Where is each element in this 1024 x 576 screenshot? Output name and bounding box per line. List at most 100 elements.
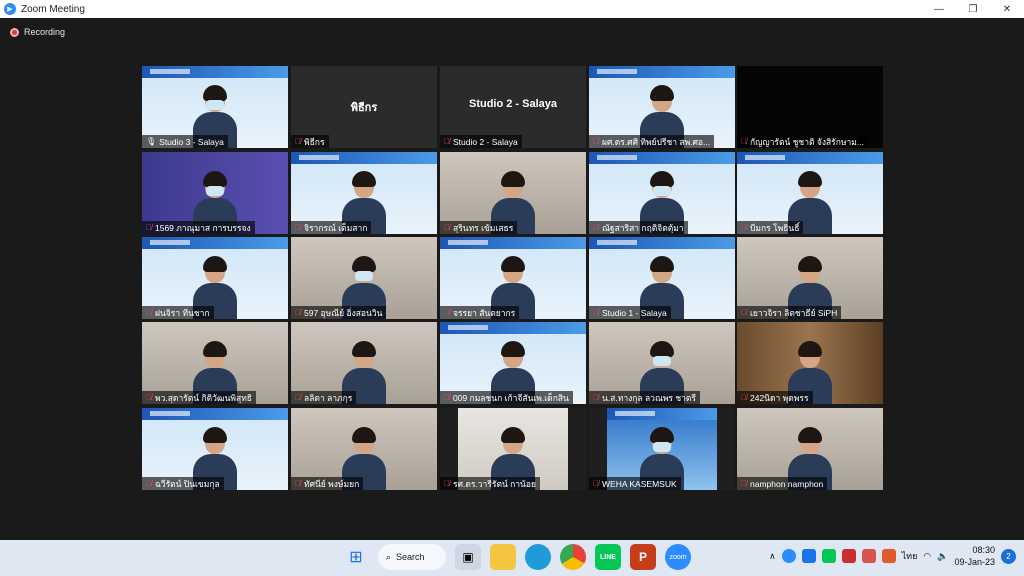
participant-tile[interactable]: 🎙̸ ฝนจิรา ทีนชาก (142, 237, 288, 319)
participant-name: ลลิตา ลาภกุร (304, 392, 353, 403)
participant-name: Studio 3 - Salaya (159, 136, 224, 147)
recording-indicator[interactable]: Recording (10, 27, 65, 37)
participant-name-tag: 🎙̸ กัญญารัตน์ ชูชาติ จังสิรักษาม... (737, 135, 868, 148)
maximize-button[interactable]: ❐ (956, 0, 990, 18)
participant-tile[interactable]: 🎙̸ สุรินทร เข้มเสธร (440, 152, 586, 234)
participant-name-tag: 🎙̸ น.ส.ทางกุล ลวณพร ชาตรี (589, 391, 700, 404)
line-icon[interactable]: LINE (595, 544, 621, 570)
volume-icon[interactable]: 🔈 (937, 551, 948, 562)
powerpoint-icon[interactable]: P (630, 544, 656, 570)
slide-banner (589, 66, 735, 78)
slide-banner (589, 237, 735, 249)
participant-tile[interactable]: 🎙̸ จิรากรณ์ เต็มสาก (291, 152, 437, 234)
participant-tile[interactable]: 🎙̸ ทัศนีย์ พงษ์มยก (291, 408, 437, 490)
participant-name-tag: 🎙̸ จิรากรณ์ เต็มสาก (291, 221, 372, 234)
windows-taskbar: ⊞ ⌕ Search ▣ LINE P zoom ∧ ไทย ◠ 🔈 08:30… (0, 540, 1024, 576)
participant-tile[interactable]: 🎙̸ Studio 1 - Salaya (589, 237, 735, 319)
mic-muted-icon: 🎙̸ (295, 479, 301, 488)
participant-tile[interactable]: 🎙̸ 597 อุษณีย์ อิ่งสอนวิน (291, 237, 437, 319)
zoom-tray-icon[interactable] (781, 549, 796, 563)
slide-banner (589, 152, 735, 164)
participant-tile[interactable]: 🎙̸ ฉวีรัตน์ ปินเขมกุล (142, 408, 288, 490)
mic-muted-icon: 🎙̸ (295, 137, 301, 146)
app-tray-icon[interactable] (881, 549, 896, 563)
participant-tile[interactable]: 🎙̸ รศ.ดร.วารีรัตน์ กาน้อย (440, 408, 586, 490)
participant-tile[interactable]: 🎙 Studio 3 - Salaya (142, 66, 288, 148)
edge-icon[interactable] (525, 544, 551, 570)
participant-tile[interactable]: 🎙̸ ลลิตา ลาภกุร (291, 322, 437, 404)
participant-name-tag: 🎙 Studio 3 - Salaya (142, 135, 228, 148)
participant-tile[interactable]: พิธีกร 🎙̸ พิธีกร (291, 66, 437, 148)
notification-badge[interactable]: 2 (1001, 548, 1016, 564)
input-language[interactable]: ไทย (902, 549, 918, 563)
participant-name: สุรินทร เข้มเสธร (453, 222, 514, 233)
participant-tile[interactable]: 🎙̸ น.ส.ทางกุล ลวณพร ชาตรี (589, 322, 735, 404)
participant-tile[interactable]: 🎙̸ ผศ.ดร.ศศิ ทิพย์ปรีชา สพ.ศอ... (589, 66, 735, 148)
chevron-up-icon[interactable]: ∧ (769, 551, 776, 562)
mic-muted-icon: 🎙̸ (741, 137, 747, 146)
mic-muted-icon: 🎙̸ (146, 223, 152, 232)
chrome-icon[interactable] (560, 544, 586, 570)
mic-muted-icon: 🎙̸ (741, 308, 747, 317)
zoom-taskbar-icon[interactable]: zoom (665, 544, 691, 570)
participant-name: ฝนจิรา ทีนชาก (155, 307, 210, 318)
participant-name-tag: 🎙̸ สุรินทร เข้มเสธร (440, 221, 518, 234)
taskbar-search[interactable]: ⌕ Search (378, 544, 446, 570)
participant-name-tag: 🎙̸ ลลิตา ลาภกุร (291, 391, 357, 404)
mic-muted-icon: 🎙̸ (146, 393, 152, 402)
participant-name: WEHA KASEMSUK (602, 478, 677, 489)
meeting-area: Recording 🎙 Studio 3 - Salaya พิธีกร 🎙̸ พิธี… (0, 18, 1024, 540)
chat-tray-icon[interactable] (801, 549, 816, 563)
start-button[interactable]: ⊞ (343, 544, 369, 570)
participant-tile[interactable]: Studio 2 - Salaya 🎙̸ Studio 2 - Salaya (440, 66, 586, 148)
participant-name: Studio 2 - Salaya (453, 136, 518, 147)
participant-tile[interactable]: 🎙̸ เยาวจิรา ลิตชาธีย์ SiPH (737, 237, 883, 319)
slide-banner (142, 237, 288, 249)
mic-icon: 🎙 (146, 137, 157, 146)
participant-name: ฉวีรัตน์ ปินเขมกุล (155, 478, 220, 489)
slide-banner (607, 408, 717, 420)
participant-name-tag: 🎙̸ บีมกร โพธินธิ์ (737, 221, 804, 234)
mic-muted-icon: 🎙̸ (146, 479, 152, 488)
participant-name-tag: 🎙̸ พิธีกร (291, 135, 329, 148)
participant-tile[interactable]: 🎙̸ พว.สุดารัตน์ กิติวัฒนพิสุทธิ (142, 322, 288, 404)
mic-muted-icon: 🎙̸ (593, 393, 599, 402)
window-titlebar: ▶ Zoom Meeting — ❐ ✕ (0, 0, 1024, 18)
task-view-icon[interactable]: ▣ (455, 544, 481, 570)
slide-banner (737, 152, 883, 164)
participant-tile[interactable]: 🎙̸ จรรยา สันตยากร (440, 237, 586, 319)
record-tray-icon[interactable] (861, 549, 876, 563)
participant-name-tag: 🎙̸ namphon namphon (737, 477, 828, 490)
participant-tile[interactable]: 🎙̸ กัญญารัตน์ ชูชาติ จังสิรักษาม... (737, 66, 883, 148)
shield-icon[interactable] (841, 549, 856, 563)
participant-name: Studio 1 - Salaya (602, 307, 667, 318)
search-label: Search (396, 552, 425, 562)
participant-name-tag: 🎙̸ ทัศนีย์ พงษ์มยก (291, 477, 364, 490)
mic-muted-icon: 🎙̸ (593, 137, 599, 146)
participant-tile[interactable]: 🎙̸ ณัฐสาริสา กฤติจิตตุ้มา (589, 152, 735, 234)
participant-name-tag: 🎙̸ 009 กมลชนก เก้าจีสันเพ.เด็กสิน (440, 391, 573, 404)
participant-tile[interactable]: 🎙̸ namphon namphon (737, 408, 883, 490)
file-explorer-icon[interactable] (490, 544, 516, 570)
minimize-button[interactable]: — (922, 0, 956, 18)
line-tray-icon[interactable] (821, 549, 836, 563)
mic-muted-icon: 🎙̸ (295, 308, 301, 317)
participant-name: จรรยา สันตยากร (453, 307, 516, 318)
participant-tile[interactable]: 🎙̸ WEHA KASEMSUK (589, 408, 735, 490)
participant-name: น.ส.ทางกุล ลวณพร ชาตรี (602, 392, 696, 403)
mic-muted-icon: 🎙̸ (444, 308, 450, 317)
participant-name-tag: 🎙̸ รศ.ดร.วารีรัตน์ กาน้อย (440, 477, 540, 490)
close-button[interactable]: ✕ (990, 0, 1024, 18)
record-icon (10, 27, 19, 37)
participant-tile[interactable]: 🎙̸ บีมกร โพธินธิ์ (737, 152, 883, 234)
participant-name-tag: 🎙̸ ผศ.ดร.ศศิ ทิพย์ปรีชา สพ.ศอ... (589, 135, 715, 148)
mic-muted-icon: 🎙̸ (444, 137, 450, 146)
clock[interactable]: 08:30 09-Jan-23 (954, 544, 995, 568)
wifi-icon[interactable]: ◠ (923, 551, 931, 562)
participant-name-tag: 🎙̸ Studio 1 - Salaya (589, 306, 671, 319)
participant-tile[interactable]: 🎙̸ 009 กมลชนก เก้าจีสันเพ.เด็กสิน (440, 322, 586, 404)
participant-tile[interactable]: 🎙̸ 242นิดา พุดพรร (737, 322, 883, 404)
participant-tile[interactable]: 🎙̸ 1569 ภาณุมาส การบรรจง (142, 152, 288, 234)
mic-muted-icon: 🎙̸ (295, 223, 301, 232)
mic-muted-icon: 🎙̸ (741, 393, 747, 402)
